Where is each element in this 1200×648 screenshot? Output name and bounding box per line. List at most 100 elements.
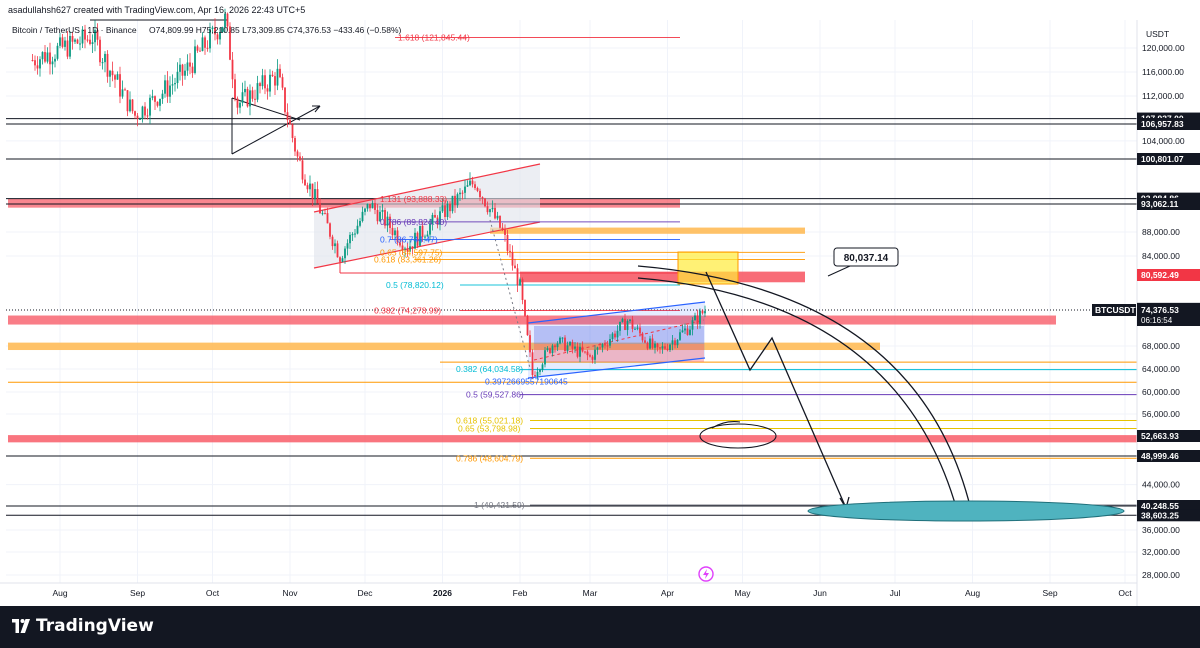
- candle-body: [136, 115, 139, 120]
- candle-body: [46, 52, 49, 62]
- x-tick-label: Dec: [357, 588, 373, 598]
- candle-body: [556, 343, 559, 348]
- candle-body: [274, 76, 276, 86]
- candle-body: [686, 328, 689, 335]
- candle-body: [501, 227, 504, 230]
- candle-body: [551, 345, 554, 354]
- candle-body: [489, 209, 491, 213]
- candle-body: [316, 189, 319, 204]
- candle-body: [604, 344, 606, 346]
- candle-body: [689, 329, 691, 335]
- candle-body: [704, 311, 706, 314]
- candle-body: [619, 321, 621, 331]
- candle-body: [506, 234, 509, 251]
- x-tick-label: Mar: [583, 588, 598, 598]
- creator-line: asadullahsh627 created with TradingView.…: [8, 5, 305, 15]
- candle-body: [561, 337, 564, 339]
- candle-body: [101, 62, 104, 64]
- candle-body: [629, 319, 631, 322]
- candle-body: [596, 347, 599, 350]
- btc-price-chart[interactable]: 80,037.14 1.618 (121,845.44) 0.5 (78,820.…: [0, 0, 1200, 606]
- candle-body: [479, 190, 481, 198]
- candle-body: [351, 234, 354, 236]
- candle-body: [531, 352, 534, 376]
- candle-body: [694, 315, 696, 321]
- y-tick-label: 44,000.00: [1142, 480, 1180, 490]
- candle-body: [304, 179, 306, 186]
- candle-body: [114, 75, 116, 80]
- candle-body: [91, 42, 94, 44]
- candle-body: [639, 327, 641, 334]
- candle-body: [276, 68, 279, 86]
- fib-label: 0.786 (48,604.79): [456, 453, 523, 463]
- candle-body: [301, 160, 304, 180]
- candle-body: [321, 213, 324, 215]
- candle-body: [111, 70, 114, 76]
- y-tick-label: 56,000.00: [1142, 409, 1180, 419]
- candle-body: [471, 180, 474, 185]
- candle-body: [251, 90, 254, 99]
- candle-body: [354, 233, 356, 235]
- candle-body: [204, 37, 206, 48]
- y-tick-label: 112,000.00: [1142, 91, 1184, 101]
- candle-body: [474, 184, 476, 189]
- candle-body: [334, 243, 336, 247]
- candle-body: [236, 98, 239, 108]
- x-tick-label: Aug: [52, 588, 67, 598]
- candle-body: [181, 64, 184, 76]
- candle-body: [311, 183, 314, 200]
- fib-label: 0.3972669557190645: [485, 377, 568, 387]
- ohlc-readout: O74,809.99 H75,210.85 L73,309.85 C74,376…: [149, 25, 402, 35]
- candle-body: [299, 156, 301, 161]
- candle-body: [261, 75, 264, 87]
- candle-body: [679, 332, 681, 340]
- candle-body: [451, 195, 454, 212]
- candle-body: [539, 369, 541, 372]
- candle-body: [89, 39, 91, 44]
- candle-body: [151, 96, 154, 98]
- x-tick-label: Nov: [282, 588, 298, 598]
- candle-body: [661, 346, 664, 349]
- candle-body: [71, 35, 74, 42]
- candle-body: [64, 40, 66, 47]
- candle-body: [51, 61, 54, 65]
- candle-body: [559, 337, 561, 344]
- candle-body: [696, 315, 699, 324]
- y-tick-label: 84,000.00: [1142, 251, 1180, 261]
- yellow-target-box: [677, 251, 739, 285]
- tradingview-logo[interactable]: TradingView: [12, 616, 154, 636]
- fib-label: 1 (40,421.59): [474, 500, 525, 510]
- x-tick-label: Feb: [513, 588, 528, 598]
- candle-body: [49, 52, 51, 65]
- candle-body: [441, 205, 444, 212]
- x-tick-label: Sep: [1042, 588, 1057, 598]
- candle-body: [496, 215, 499, 219]
- candle-body: [499, 215, 501, 228]
- candle-body: [464, 186, 466, 193]
- price-label-text: 80,592.49: [1141, 270, 1179, 280]
- candle-body: [106, 53, 109, 77]
- candle-body: [271, 74, 274, 77]
- candle-body: [139, 118, 141, 120]
- x-tick-label: Jul: [890, 588, 901, 598]
- candle-body: [179, 64, 181, 72]
- candle-body: [614, 333, 616, 338]
- candle-body: [584, 351, 586, 353]
- y-tick-label: 120,000.00: [1142, 43, 1185, 53]
- price-label-text: 93,062.11: [1141, 199, 1179, 209]
- candle-body: [544, 350, 546, 365]
- currency-label: USDT: [1146, 29, 1169, 39]
- candle-body: [684, 328, 686, 331]
- candle-body: [191, 66, 194, 73]
- candle-body: [319, 203, 321, 214]
- candle-body: [476, 188, 479, 191]
- candle-body: [549, 348, 551, 354]
- candle-body: [259, 83, 261, 87]
- candle-body: [529, 335, 531, 353]
- candle-body: [671, 340, 674, 345]
- candle-body: [546, 348, 549, 351]
- x-tick-label: Sep: [130, 588, 145, 598]
- candle-body: [141, 106, 144, 119]
- candle-body: [669, 344, 671, 351]
- candle-body: [264, 75, 266, 89]
